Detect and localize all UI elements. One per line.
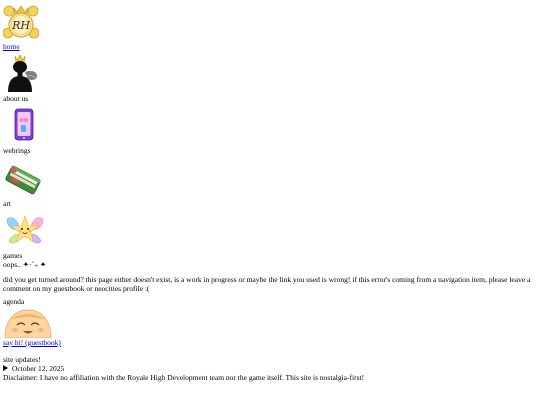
nav-webrings-label: webrings <box>3 146 31 155</box>
nav-art[interactable]: art <box>3 158 537 208</box>
disclosure-triangle-icon[interactable] <box>3 365 8 371</box>
king-silhouette-icon[interactable] <box>3 54 39 94</box>
site-updates-heading: site updates! <box>3 355 41 364</box>
logo-monogram: RH <box>11 19 30 32</box>
error-title: oops.. ✦·˚₊ ✦ <box>3 260 47 269</box>
crown-monogram-logo[interactable]: RH <box>3 4 39 42</box>
nav-games-label: games <box>3 251 23 260</box>
error-message: did you get turned around? this page eit… <box>3 275 531 293</box>
nav-home-link[interactable]: home <box>3 42 20 51</box>
nav-games[interactable]: games <box>3 211 537 260</box>
agenda-label: agenda <box>3 297 25 306</box>
nav-about[interactable]: about us <box>3 54 537 103</box>
guestbook-link[interactable]: say hi! (guestbook) <box>3 338 61 347</box>
nav-art-label: art <box>3 199 11 208</box>
book-icon[interactable] <box>3 158 43 199</box>
page: RH home about us webrings art games oops… <box>3 4 537 382</box>
nav-webrings[interactable]: webrings <box>3 106 537 155</box>
disclaimer-text: Disclaimer: I have no affiliation with t… <box>3 373 365 382</box>
update-entry-toggle[interactable]: October 12, 2025 <box>3 364 537 373</box>
update-entry-date: October 12, 2025 <box>12 364 65 373</box>
smiling-face-icon[interactable] <box>3 308 53 338</box>
purple-phone-icon[interactable] <box>3 106 39 146</box>
nav-home[interactable]: RH home <box>3 4 537 51</box>
fairy-star-icon[interactable] <box>3 211 47 251</box>
nav-about-label: about us <box>3 94 29 103</box>
